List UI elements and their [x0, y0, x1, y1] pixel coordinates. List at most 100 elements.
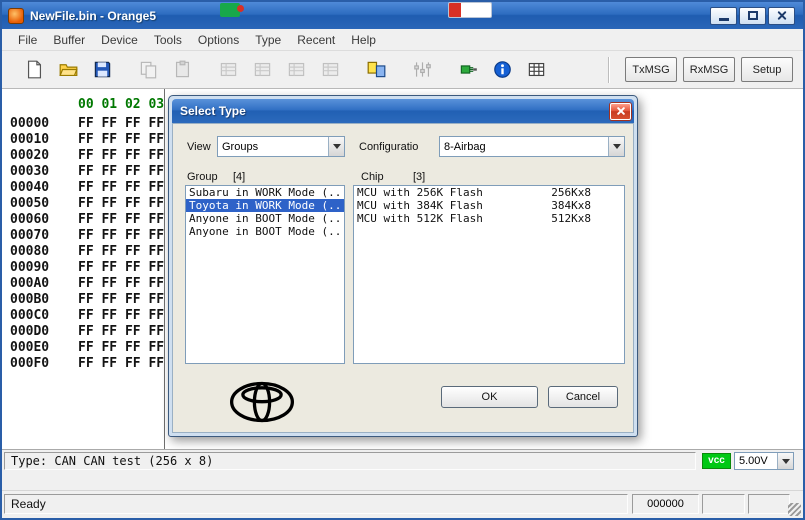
menu-options[interactable]: Options [190, 30, 247, 50]
chip-size: 256Kx8 [551, 186, 591, 199]
menu-help[interactable]: Help [343, 30, 384, 50]
hex-values: FF FF FF FF [78, 244, 165, 259]
save-file-icon[interactable] [88, 56, 116, 83]
select-type-dialog: Select Type View Groups Configuratio 8-A… [168, 95, 638, 437]
chip-list[interactable]: MCU with 256K Flash 256Kx8 MCU with 384K… [353, 185, 625, 364]
type-statusbar: Type: CAN CAN test (256 x 8) vcc 5.00V [2, 449, 803, 471]
hex-row[interactable]: 000B0 FF FF FF FF [2, 292, 164, 308]
hex-row[interactable]: 000A0 FF FF FF FF [2, 276, 164, 292]
hex-row[interactable]: 000C0 FF FF FF FF [2, 308, 164, 324]
menu-device[interactable]: Device [93, 30, 146, 50]
connect-device-icon[interactable] [454, 56, 482, 83]
hex-row[interactable]: 00020 FF FF FF FF [2, 148, 164, 164]
dialog-close-button[interactable] [610, 102, 631, 120]
dropdown-arrow-icon[interactable] [328, 137, 344, 156]
pane-divider [164, 89, 165, 449]
dialog-titlebar[interactable]: Select Type [172, 99, 634, 123]
hex-row[interactable]: 00090 FF FF FF FF [2, 260, 164, 276]
hex-row[interactable]: 000D0 FF FF FF FF [2, 324, 164, 340]
hex-values: FF FF FF FF [78, 180, 165, 195]
hex-row[interactable]: 00080 FF FF FF FF [2, 244, 164, 260]
toolbar-separator [608, 56, 609, 83]
rxmsg-button[interactable]: RxMSG [683, 57, 735, 82]
resize-grip[interactable] [788, 503, 801, 516]
hex-row[interactable]: 00050 FF FF FF FF [2, 196, 164, 212]
triangle-icon [612, 144, 621, 149]
app-icon [8, 7, 24, 24]
configuration-select[interactable]: 8-Airbag [439, 136, 625, 157]
menubar: File Buffer Device Tools Options Type Re… [2, 29, 803, 51]
chip-list-item[interactable]: MCU with 384K Flash 384Kx8 [354, 199, 624, 212]
chip-list-item[interactable]: MCU with 256K Flash 256Kx8 [354, 186, 624, 199]
group-list-item[interactable]: Subaru in WORK Mode (... [186, 186, 344, 199]
address-counter: 000000 [632, 494, 699, 514]
hex-row[interactable]: 000F0 FF FF FF FF [2, 356, 164, 372]
setup-button[interactable]: Setup [741, 57, 793, 82]
window-controls [710, 6, 803, 25]
info-icon[interactable] [488, 56, 516, 83]
status-panel-2 [702, 494, 745, 514]
menu-buffer[interactable]: Buffer [45, 30, 93, 50]
view-label: View [187, 141, 211, 153]
menu-recent[interactable]: Recent [289, 30, 343, 50]
buffer-4-icon[interactable] [316, 56, 344, 83]
voltage-select[interactable]: 5.00V [734, 452, 794, 470]
close-button[interactable] [768, 6, 795, 25]
minimize-button[interactable] [710, 6, 737, 25]
hex-values: FF FF FF FF [78, 164, 165, 179]
view-value: Groups [222, 140, 259, 153]
hex-address: 00090 [10, 260, 50, 275]
hex-values: FF FF FF FF [78, 228, 165, 243]
dropdown-arrow-icon[interactable] [777, 453, 793, 469]
hex-row[interactable]: 000E0 FF FF FF FF [2, 340, 164, 356]
hex-address: 000D0 [10, 324, 50, 339]
copy-icon[interactable] [134, 56, 162, 83]
titlebar[interactable]: NewFile.bin - Orange5 [2, 2, 803, 29]
signal-levels-icon[interactable] [408, 56, 436, 83]
dialog-title: Select Type [180, 104, 246, 118]
hex-values: FF FF FF FF [78, 132, 165, 147]
buffer-2-icon[interactable] [248, 56, 276, 83]
paste-icon[interactable] [168, 56, 196, 83]
group-list-item[interactable]: Anyone in BOOT Mode (... [186, 225, 344, 238]
ok-button[interactable]: OK [441, 386, 538, 408]
swap-buffers-icon[interactable] [362, 56, 390, 83]
menu-tools[interactable]: Tools [146, 30, 190, 50]
view-select[interactable]: Groups [217, 136, 345, 157]
hex-row[interactable]: 00010 FF FF FF FF [2, 132, 164, 148]
menu-file[interactable]: File [10, 30, 45, 50]
hex-row[interactable]: 00030 FF FF FF FF [2, 164, 164, 180]
chip-list-item[interactable]: MCU with 512K Flash 512Kx8 [354, 212, 624, 225]
buffer-3-icon[interactable] [282, 56, 310, 83]
chip-size: 384Kx8 [551, 199, 591, 212]
hex-address: 00040 [10, 180, 50, 195]
group-list[interactable]: Subaru in WORK Mode (... Toyota in WORK … [185, 185, 345, 364]
txmsg-button[interactable]: TxMSG [625, 57, 677, 82]
chip-label: Chip [361, 171, 384, 183]
hex-row[interactable]: 00040 FF FF FF FF [2, 180, 164, 196]
open-file-icon[interactable] [54, 56, 82, 83]
hex-row[interactable]: 00070 FF FF FF FF [2, 228, 164, 244]
cancel-button[interactable]: Cancel [548, 386, 618, 408]
hex-values: FF FF FF FF [78, 340, 165, 355]
dropdown-arrow-icon[interactable] [608, 137, 624, 156]
new-file-icon[interactable] [20, 56, 48, 83]
group-count: [4] [233, 171, 246, 183]
toyota-logo [229, 378, 295, 426]
hex-row[interactable]: 00060 FF FF FF FF [2, 212, 164, 228]
dialog-body: View Groups Configuratio 8-Airbag Group … [172, 123, 634, 433]
hex-values: FF FF FF FF [78, 148, 165, 163]
checksum-icon[interactable] [522, 56, 550, 83]
hex-address: 000E0 [10, 340, 50, 355]
hex-values: FF FF FF FF [78, 196, 165, 211]
hex-row[interactable]: 00000 FF FF FF FF [2, 116, 164, 132]
app-window: NewFile.bin - Orange5 File Buffer Device… [0, 0, 805, 520]
hex-address: 000A0 [10, 276, 50, 291]
chip-name: MCU with 512K Flash [357, 212, 483, 225]
maximize-button[interactable] [739, 6, 766, 25]
group-list-item[interactable]: Toyota in WORK Mode (... [186, 199, 344, 212]
menu-type[interactable]: Type [247, 30, 289, 50]
group-list-item[interactable]: Anyone in BOOT Mode (... [186, 212, 344, 225]
buffer-1-icon[interactable] [214, 56, 242, 83]
triangle-icon [781, 458, 790, 464]
